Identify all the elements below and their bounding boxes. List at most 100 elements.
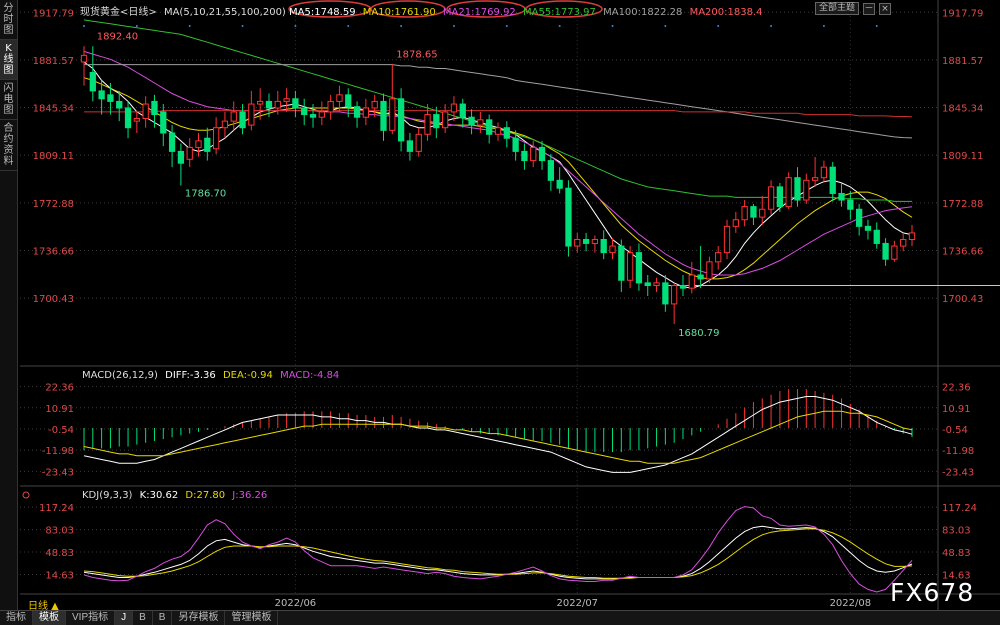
candle	[318, 111, 325, 118]
main-legend: 现货黄金<日线> MA(5,10,21,55,100,200) MA5:1748…	[80, 3, 762, 18]
candle	[239, 111, 246, 129]
marker-dot	[400, 25, 403, 27]
candle	[362, 107, 370, 118]
candle	[265, 100, 273, 109]
tab-b1[interactable]: B	[133, 611, 153, 625]
candle	[486, 119, 493, 135]
candle	[336, 94, 343, 102]
marker-dot	[347, 25, 350, 27]
ma10-value: MA10:1761.90	[362, 7, 436, 18]
candle	[635, 252, 643, 284]
y-tick-left: 48.83	[45, 548, 74, 559]
candle	[494, 127, 502, 135]
candle	[221, 120, 229, 129]
y-tick-left: 1772.88	[33, 199, 74, 210]
tab-manage-template[interactable]: 管理模板	[225, 611, 279, 625]
candle	[556, 179, 563, 189]
candle	[433, 114, 440, 129]
y-tick-left: 1881.57	[33, 56, 74, 67]
ma5-value: MA5:1748.59	[289, 7, 356, 18]
candle	[679, 285, 687, 289]
candle	[133, 118, 140, 122]
y-tick-right: 22.36	[942, 383, 971, 394]
candle	[767, 186, 775, 210]
y-tick-left: 1845.34	[33, 104, 74, 115]
candle	[177, 150, 185, 164]
candle	[547, 160, 554, 181]
y-tick-left: -11.98	[42, 446, 74, 457]
y-tick-right: 1700.43	[942, 294, 983, 305]
candle	[776, 186, 784, 208]
kline-chart[interactable]: 1917.79 1917.79 1881.57 1881.57 1845.34 1845.…	[0, 0, 1000, 610]
x-tick-label: 2022/07	[557, 598, 599, 609]
candle	[856, 208, 863, 227]
candle	[204, 137, 211, 152]
y-tick-right: 117.24	[942, 503, 977, 514]
candle	[283, 98, 290, 102]
candle	[406, 140, 414, 152]
marker-dot	[770, 25, 773, 27]
y-tick-left: 10.91	[45, 404, 74, 415]
candle	[565, 187, 572, 247]
candle	[829, 166, 836, 194]
kdj-line-k	[83, 525, 913, 580]
marker-dot	[452, 25, 455, 27]
candle	[274, 100, 281, 109]
candle	[538, 146, 546, 162]
candle	[697, 274, 704, 280]
tab-save-template[interactable]: 另存模板	[172, 611, 226, 625]
chart-toolbar: 全部主题 － ×	[815, 2, 892, 15]
candle	[750, 206, 757, 218]
marker-dot	[611, 25, 614, 27]
candle	[327, 100, 334, 113]
candle	[847, 199, 854, 210]
ma21-value: MA21:1769.92	[442, 7, 516, 18]
kdj-legend: KDJ(9,3,3) K:30.62 D:27.80 J:36.26	[82, 490, 267, 501]
candle	[908, 232, 916, 240]
candle	[723, 225, 731, 254]
y-tick-right: 1845.34	[942, 104, 983, 115]
tab-indicator[interactable]: 指标	[0, 611, 33, 625]
pane-marker	[22, 491, 30, 499]
candle	[715, 252, 722, 263]
candle	[803, 179, 810, 201]
y-tick-right: 1809.11	[942, 151, 983, 162]
candle	[741, 206, 748, 221]
candle	[900, 238, 907, 247]
marker-dot	[505, 25, 508, 27]
candle	[644, 282, 651, 287]
candle	[662, 282, 669, 305]
candle	[142, 103, 149, 120]
y-tick-left: 1917.79	[33, 8, 74, 19]
theme-select-button[interactable]: 全部主题	[815, 2, 860, 15]
candle	[811, 177, 819, 181]
tab-template[interactable]: 模板	[33, 611, 66, 625]
candle	[653, 282, 660, 287]
tab-j[interactable]: J	[115, 611, 134, 625]
y-tick-left: 1736.66	[33, 246, 74, 257]
candle	[248, 103, 255, 126]
y-tick-right: 1881.57	[942, 56, 983, 67]
y-tick-right: 10.91	[942, 404, 971, 415]
ma-line-ma200	[84, 110, 913, 118]
y-tick-left: 22.36	[45, 383, 74, 394]
candle	[882, 242, 889, 260]
candle	[600, 238, 607, 254]
candle	[512, 137, 519, 152]
minimize-button[interactable]: －	[863, 2, 876, 15]
candle	[671, 285, 678, 305]
marker-dot	[875, 25, 878, 27]
period-name: <日线>	[120, 7, 157, 18]
tab-vip-indicator[interactable]: VIP指标	[66, 611, 116, 625]
candle	[477, 119, 484, 126]
price-annotation: 1680.79	[678, 328, 719, 339]
y-tick-right: 1772.88	[942, 199, 983, 210]
candle	[371, 100, 378, 109]
close-button[interactable]: ×	[879, 2, 892, 15]
candle	[389, 98, 396, 131]
candle	[530, 146, 537, 162]
tab-b2[interactable]: B	[153, 611, 173, 625]
candle	[309, 114, 317, 118]
candle	[424, 114, 431, 135]
candle	[257, 100, 264, 105]
